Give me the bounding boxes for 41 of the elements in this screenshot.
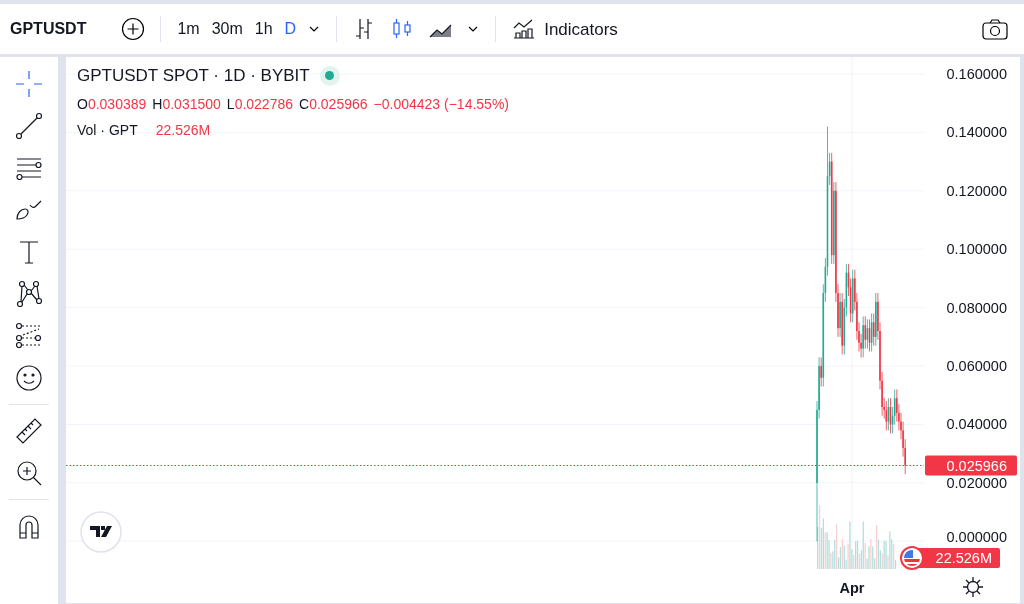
trend-line-icon[interactable] (14, 111, 44, 141)
volume-value: 22.526M (155, 120, 211, 140)
ohlc-label: O (77, 94, 88, 114)
interval-button[interactable]: 30m (205, 17, 249, 41)
chart-title: GPTUSDT SPOT · 1D · BYBIT (77, 65, 310, 87)
settings-icon[interactable] (962, 576, 984, 598)
price-tick-label: 0.060000 (946, 358, 1007, 374)
ohlc-value: 0.030389 (87, 94, 147, 114)
price-tick-label: 0.000000 (946, 529, 1007, 546)
volume-label: Vol · GPT (77, 120, 138, 140)
ruler-icon[interactable] (14, 416, 44, 446)
ohlc-value: 0.031500 (162, 94, 221, 114)
zoom-icon[interactable] (14, 458, 44, 488)
price-tick-label: 0.020000 (946, 474, 1007, 491)
symbol-name[interactable]: GPTUSDT (10, 17, 87, 41)
ohlc-label: L (226, 94, 235, 114)
ohlc-label: C (299, 94, 310, 114)
chart-bars-icon (512, 18, 537, 40)
price-tick-label: 0.100000 (946, 241, 1007, 258)
logo-button[interactable] (80, 511, 122, 553)
price-tick-label: 0.080000 (946, 299, 1007, 316)
price-change: −0.004423 (−14.55%) (373, 94, 509, 114)
emoji-icon[interactable] (14, 363, 44, 393)
price-tick-label: 0.140000 (946, 124, 1007, 141)
price-tick-label: 0.040000 (946, 416, 1007, 433)
pattern-icon[interactable] (14, 279, 44, 309)
flag-icon (900, 546, 924, 570)
camera-icon[interactable] (981, 17, 1009, 41)
price-tick-label: 0.120000 (946, 182, 1007, 199)
forecast-icon[interactable] (14, 321, 44, 351)
time-axis-label: Apr (839, 580, 865, 596)
price-tick-label: 0.160000 (946, 66, 1007, 82)
last-price-label: 0.025966 (925, 455, 1017, 476)
interval-button[interactable]: D (278, 17, 303, 41)
ohlc-label: H (152, 94, 163, 114)
add-symbol-icon[interactable] (121, 17, 146, 41)
ohlc-value: 0.025966 (309, 94, 368, 114)
indicators-button[interactable]: Indicators (506, 14, 624, 44)
interval-button[interactable]: 1h (248, 17, 279, 41)
interval-button[interactable]: 1m (171, 17, 206, 41)
ohlc-value: 0.022786 (234, 94, 294, 114)
